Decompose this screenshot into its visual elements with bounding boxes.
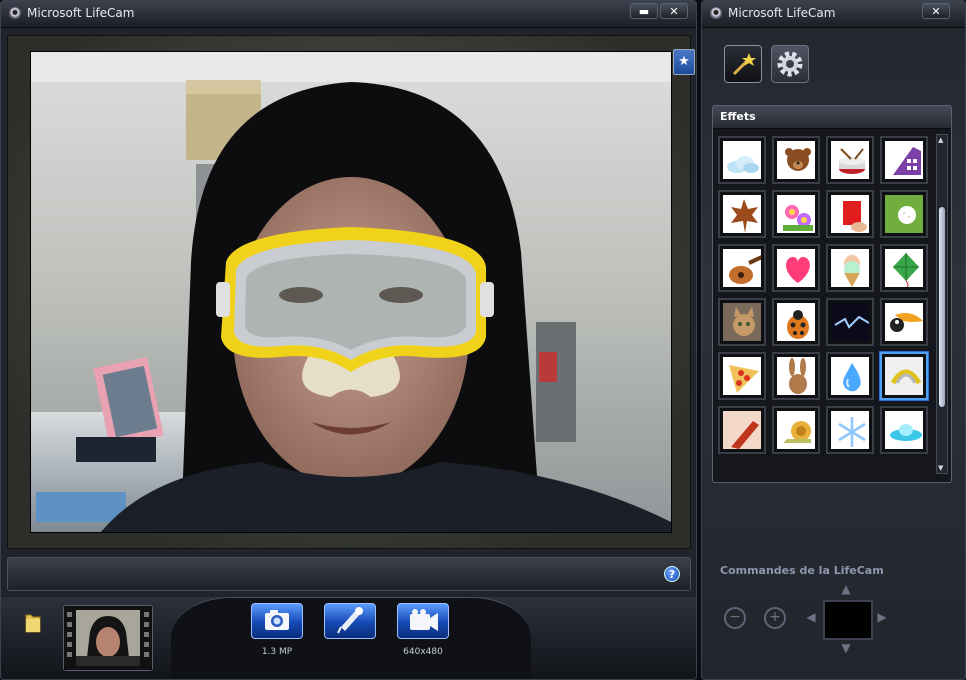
video-camera-icon (410, 609, 438, 631)
pan-left-icon[interactable]: ◀ (804, 610, 818, 624)
tab-settings[interactable] (771, 45, 809, 83)
bottom-toolbar: 1.3 MP 640x480 (1, 597, 696, 679)
webcam-icon (710, 7, 722, 19)
effects-panel: Effets ▲ ▼ (712, 105, 952, 483)
maple-leaf-icon (731, 199, 758, 233)
zoom-out-icon[interactable]: − (724, 607, 746, 629)
minimize-button[interactable]: ▬ (630, 3, 658, 19)
guitar-icon (729, 255, 761, 284)
folder-icon[interactable] (25, 611, 41, 633)
side-titlebar: Microsoft LifeCam ✕ (702, 1, 965, 28)
effect-toucan[interactable] (880, 298, 928, 346)
water-drop-icon (843, 363, 861, 392)
toucan-icon (890, 313, 923, 332)
ladybug-icon (787, 310, 809, 339)
snowflake-icon (838, 417, 866, 447)
microphone-icon (337, 607, 363, 634)
status-bar: ? (7, 557, 691, 591)
drum-icon (839, 148, 865, 174)
scroll-down-icon[interactable]: ▼ (938, 464, 943, 472)
effects-toggle-button[interactable]: ★ (673, 49, 695, 75)
effect-flowers[interactable] (772, 190, 820, 238)
last-capture-thumbnail[interactable] (63, 605, 153, 671)
help-button[interactable]: ? (664, 566, 680, 582)
golf-ball-icon (885, 195, 923, 233)
effect-ladybug[interactable] (772, 298, 820, 346)
gear-icon (777, 51, 803, 77)
effect-cat[interactable] (718, 298, 766, 346)
close-button[interactable]: ✕ (660, 3, 688, 19)
cat-icon (723, 303, 761, 341)
effects-scrollbar[interactable]: ▲ ▼ (936, 134, 948, 474)
ufo-icon (890, 424, 922, 441)
effect-pizza[interactable] (718, 352, 766, 400)
main-window: Microsoft LifeCam ▬ ✕ ★ ? 1.3 MP 640x480 (0, 0, 697, 680)
effect-water-drop[interactable] (826, 352, 874, 400)
tab-effects[interactable] (724, 45, 762, 83)
magic-wand-icon (732, 53, 756, 76)
effect-purple-phone[interactable] (880, 136, 928, 184)
pan-preview (823, 600, 873, 640)
record-audio-button[interactable] (324, 603, 376, 639)
snail-icon (783, 421, 811, 443)
video-preview[interactable] (30, 51, 672, 533)
effect-maple-leaf[interactable] (718, 190, 766, 238)
effect-kite[interactable] (880, 244, 928, 292)
zoom-in-icon[interactable]: + (764, 607, 786, 629)
effect-ufo[interactable] (880, 406, 928, 454)
guitar-red-icon (723, 411, 761, 449)
side-window: Microsoft LifeCam ✕ Effets ▲ ▼ Commandes… (701, 0, 966, 680)
photo-resolution-label: 1.3 MP (261, 647, 293, 657)
teddy-bear-icon (785, 148, 811, 171)
side-window-title: Microsoft LifeCam (728, 6, 836, 20)
main-window-title: Microsoft LifeCam (27, 6, 135, 20)
effects-header: Effets (713, 106, 951, 129)
effect-teddy-bear[interactable] (772, 136, 820, 184)
heart-icon (786, 257, 810, 283)
star-icon: ★ (678, 54, 690, 69)
lightning-icon (831, 303, 869, 341)
side-close-button[interactable]: ✕ (922, 3, 950, 19)
effect-drum[interactable] (826, 136, 874, 184)
effect-rabbit[interactable] (772, 352, 820, 400)
effect-snail[interactable] (772, 406, 820, 454)
effects-grid (718, 136, 933, 476)
effect-diving-mask[interactable] (880, 352, 928, 400)
pan-up-icon[interactable]: ▲ (838, 582, 854, 596)
help-icon: ? (668, 568, 676, 581)
video-resolution-label: 640x480 (403, 647, 443, 657)
effect-ice-cream[interactable] (826, 244, 874, 292)
main-titlebar: Microsoft LifeCam ▬ ✕ (1, 1, 696, 28)
kite-icon (893, 253, 919, 287)
effect-lightning[interactable] (826, 298, 874, 346)
effect-guitar-red[interactable] (718, 406, 766, 454)
controls-label: Commandes de la LifeCam (720, 564, 884, 577)
record-video-button[interactable] (397, 603, 449, 639)
red-card-icon (843, 201, 867, 232)
effect-snowflake[interactable] (826, 406, 874, 454)
purple-phone-icon (893, 147, 921, 175)
pan-down-icon[interactable]: ▼ (838, 641, 854, 655)
scroll-thumb[interactable] (939, 207, 945, 407)
flowers-icon (783, 205, 813, 231)
effect-guitar[interactable] (718, 244, 766, 292)
effect-golf-ball[interactable] (880, 190, 928, 238)
effect-cloud[interactable] (718, 136, 766, 184)
filmstrip-thumbnail (64, 606, 152, 670)
ice-cream-icon (844, 255, 860, 287)
video-bezel (7, 35, 691, 549)
camera-icon (265, 610, 289, 630)
cloud-icon (727, 156, 759, 173)
rabbit-icon (789, 358, 807, 394)
pan-right-icon[interactable]: ▶ (875, 610, 889, 624)
scroll-up-icon[interactable]: ▲ (938, 136, 943, 144)
diving-mask-icon (885, 357, 923, 395)
effect-heart[interactable] (772, 244, 820, 292)
take-photo-button[interactable] (251, 603, 303, 639)
video-scene (31, 52, 671, 532)
webcam-icon (9, 7, 21, 19)
pizza-icon (729, 365, 759, 393)
effect-red-card[interactable] (826, 190, 874, 238)
